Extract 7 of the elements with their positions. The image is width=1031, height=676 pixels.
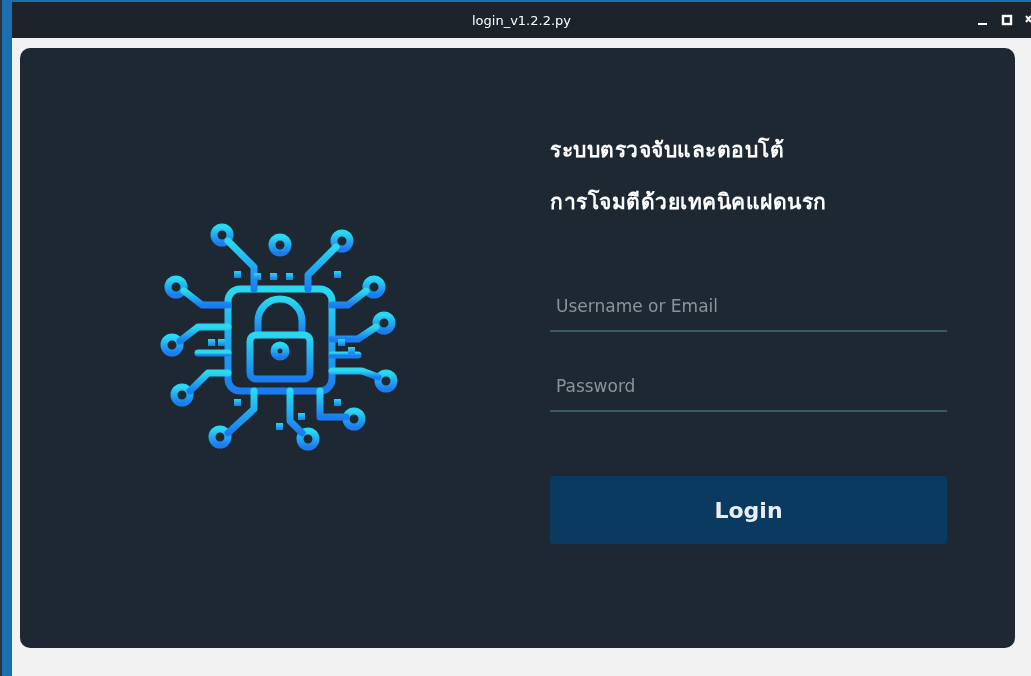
login-button[interactable]: Login xyxy=(550,476,947,544)
input-field[interactable]: Username or Email xyxy=(550,284,947,332)
heading-line: ระบบตรวจจับและตอบโต้ xyxy=(550,136,785,164)
maximize-icon[interactable] xyxy=(1001,14,1013,26)
heading-line: การโจมตีด้วยเทคนิคแฝดนรก xyxy=(550,188,828,216)
input-field[interactable]: Password xyxy=(550,364,947,412)
window-title: login_v1.2.2.py xyxy=(472,12,571,28)
